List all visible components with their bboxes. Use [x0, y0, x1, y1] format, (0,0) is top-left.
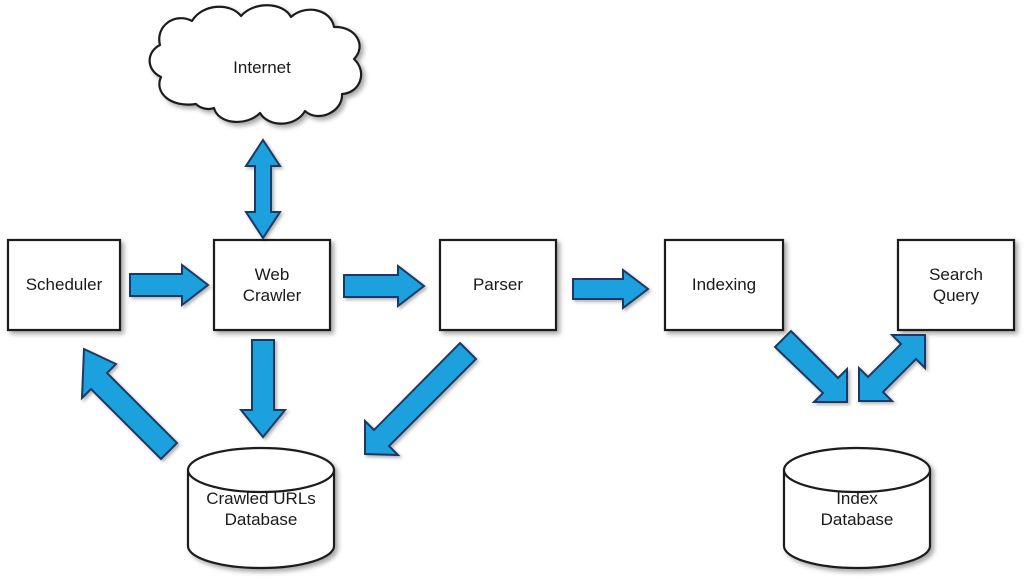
diagram-shapes-layer: [6, 4, 1016, 570]
node-crawled-urls-database: [186, 446, 336, 570]
edge-internet-webcrawler: [244, 138, 282, 240]
node-parser: [438, 238, 558, 332]
edge-scheduler-webcrawler: [129, 262, 210, 308]
node-search-query: [896, 238, 1016, 332]
diagram-canvas: Internet Scheduler Web Crawler Parser In…: [0, 0, 1024, 586]
edge-parser-crawleddb: [364, 341, 478, 457]
node-web-crawler: [212, 238, 332, 332]
node-indexing: [663, 238, 785, 332]
node-index-database: [782, 446, 932, 570]
node-scheduler: [6, 238, 122, 332]
edge-webcrawler-parser: [343, 263, 426, 309]
node-internet: [148, 4, 363, 125]
edge-crawleddb-scheduler: [80, 347, 179, 461]
edge-indexdb-searchquery: [858, 334, 926, 402]
edge-webcrawler-crawleddb: [238, 339, 288, 439]
edge-indexing-indexdb: [773, 329, 848, 403]
edge-parser-indexing: [572, 267, 650, 311]
